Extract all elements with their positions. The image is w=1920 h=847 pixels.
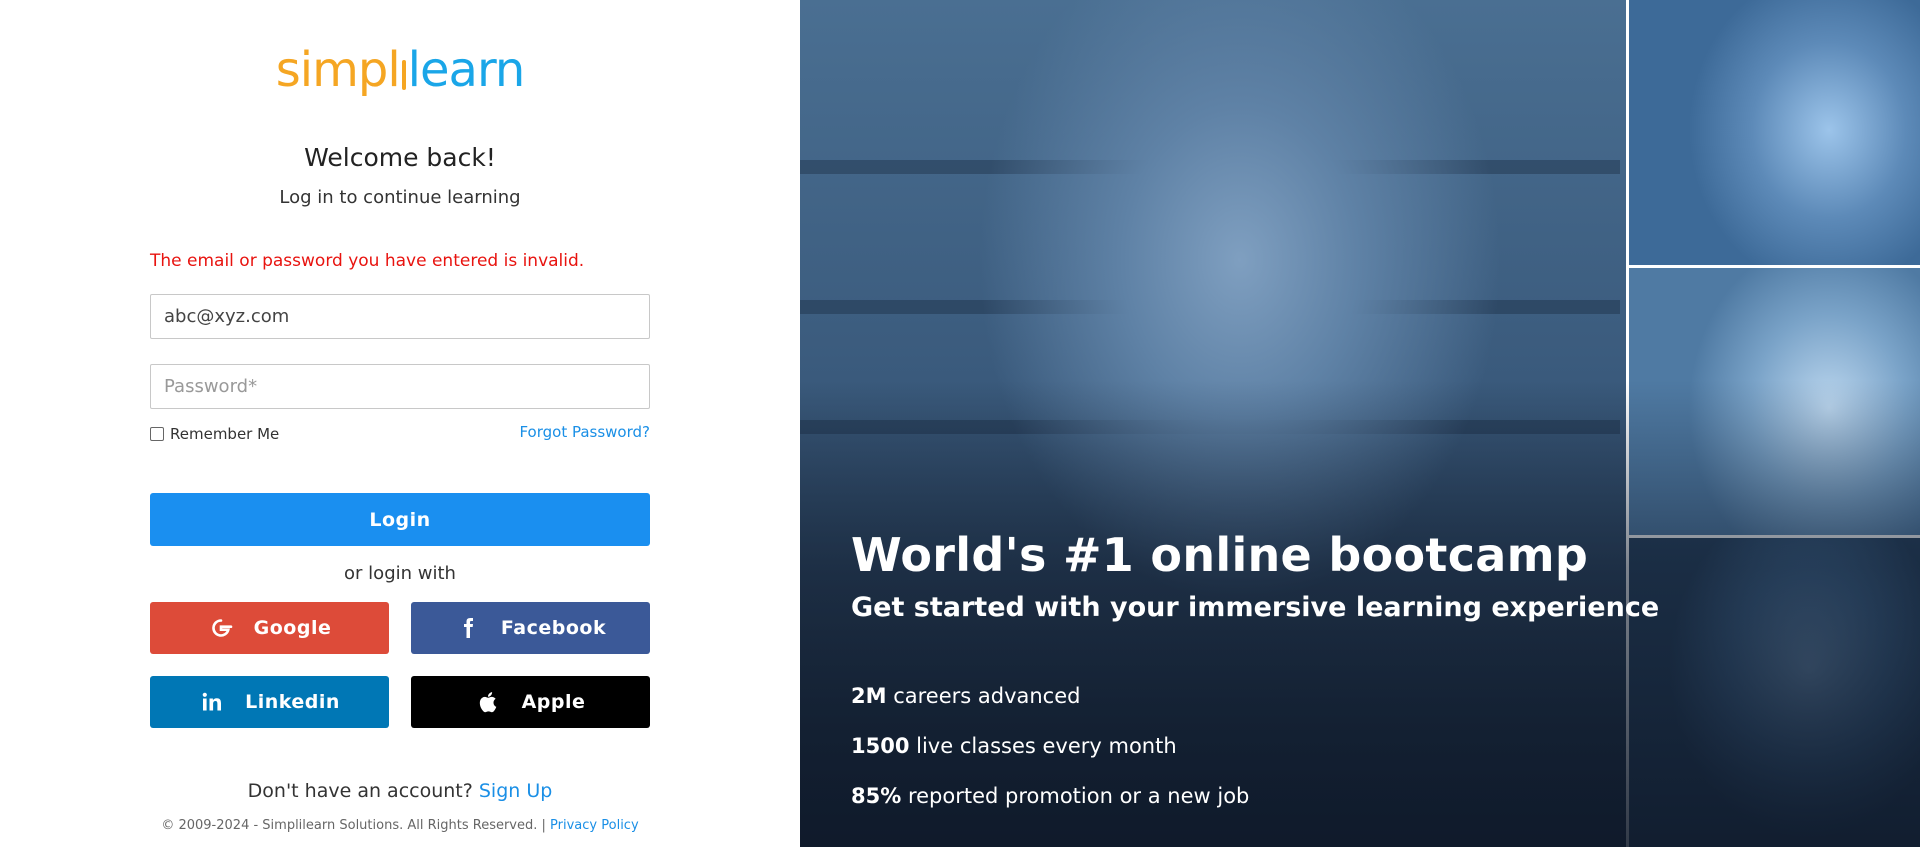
page-title: Welcome back! (304, 143, 496, 172)
hero-headline: World's #1 online bootcamp (851, 528, 1589, 582)
linkedin-label: Linkedin (245, 691, 340, 713)
simplilearn-logo[interactable]: simpl learn (0, 40, 800, 100)
copyright-text: © 2009-2024 - Simplilearn Solutions. All… (161, 818, 546, 833)
hero-side-photo-1 (1626, 0, 1920, 268)
apple-icon (476, 689, 502, 715)
email-field[interactable] (164, 306, 636, 327)
copyright-footer: © 2009-2024 - Simplilearn Solutions. All… (0, 818, 800, 833)
stat-label: live classes every month (916, 734, 1177, 758)
stat-value: 2M (851, 684, 887, 708)
forgot-password-link[interactable]: Forgot Password? (519, 423, 650, 441)
logo-mark-icon (401, 60, 406, 90)
password-field-container (150, 364, 650, 409)
hero-subheadline: Get started with your immersive learning… (851, 592, 1660, 623)
password-field[interactable] (164, 376, 636, 397)
apple-login-button[interactable]: Apple (411, 676, 650, 728)
remember-me-label[interactable]: Remember Me (170, 425, 279, 443)
apple-label: Apple (521, 691, 586, 713)
google-label: Google (253, 617, 332, 639)
email-field-container (150, 294, 650, 339)
hero-stat: 85% reported promotion or a new job (851, 784, 1249, 808)
google-icon (208, 615, 234, 641)
stat-value: 85% (851, 784, 902, 808)
login-button[interactable]: Login (150, 493, 650, 546)
facebook-icon (455, 615, 481, 641)
google-login-button[interactable]: Google (150, 602, 389, 654)
page-subtitle: Log in to continue learning (279, 187, 521, 208)
or-login-with-text: or login with (344, 563, 456, 584)
remember-me-checkbox[interactable] (150, 427, 164, 441)
error-message: The email or password you have entered i… (150, 251, 585, 271)
hero-stat: 1500 live classes every month (851, 734, 1177, 758)
hero-panel: World's #1 online bootcamp Get started w… (800, 0, 1920, 847)
linkedin-login-button[interactable]: Linkedin (150, 676, 389, 728)
linkedin-icon (199, 689, 225, 715)
hero-stat: 2M careers advanced (851, 684, 1080, 708)
logo-text-part2: learn (407, 42, 526, 98)
privacy-policy-link[interactable]: Privacy Policy (550, 818, 639, 833)
facebook-login-button[interactable]: Facebook (411, 602, 650, 654)
signup-prompt: Don't have an account? Sign Up (0, 780, 800, 802)
stat-label: reported promotion or a new job (907, 784, 1250, 808)
stat-label: careers advanced (893, 684, 1081, 708)
login-panel: simpl learn Welcome back! Log in to conti… (0, 0, 800, 847)
stat-value: 1500 (851, 734, 910, 758)
facebook-label: Facebook (500, 617, 607, 639)
logo-text-part1: simpl (275, 42, 401, 98)
signup-prompt-text: Don't have an account? (247, 780, 473, 802)
remember-me: Remember Me (150, 425, 279, 443)
signup-link[interactable]: Sign Up (479, 780, 552, 802)
